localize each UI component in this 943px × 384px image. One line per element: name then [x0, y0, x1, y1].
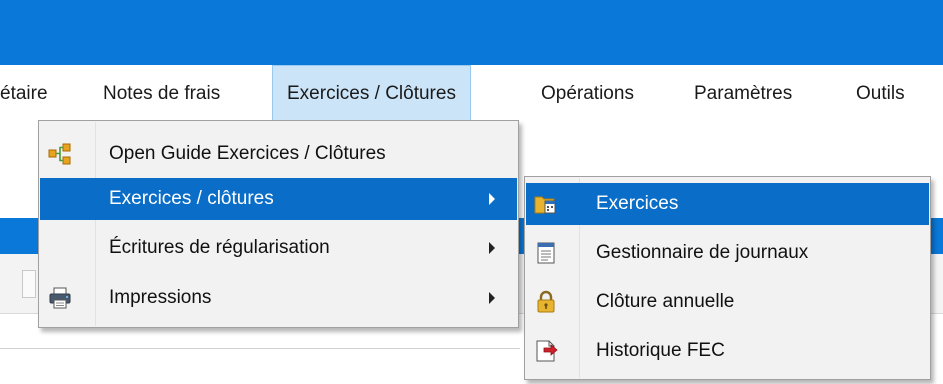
printer-icon: [48, 286, 72, 310]
menu-item-label: Exercices / clôtures: [109, 188, 274, 209]
submenu-item-label: Exercices: [596, 193, 679, 214]
submenu-item-label: Gestionnaire de journaux: [596, 242, 809, 263]
submenu-item-cloture-annuelle[interactable]: Clôture annuelle: [526, 281, 929, 323]
journal-document-icon: [534, 241, 558, 265]
title-bar: [0, 0, 943, 65]
submenu-item-label: Clôture annuelle: [596, 291, 735, 312]
menu-exercices-clotures[interactable]: Exercices / Clôtures: [272, 65, 471, 123]
submenu-arrow-icon: [489, 193, 495, 205]
menu-notes-de-frais[interactable]: Notes de frais: [103, 65, 220, 123]
folder-calendar-icon: [534, 192, 558, 216]
submenu-item-gestionnaire-journaux[interactable]: Gestionnaire de journaux: [526, 232, 929, 274]
menu-item-ecritures-regularisation[interactable]: Écritures de régularisation: [40, 227, 517, 269]
exercices-clotures-dropdown: Open Guide Exercices / Clôtures Exercice…: [38, 120, 519, 328]
submenu-arrow-icon: [489, 242, 495, 254]
document-export-icon: [534, 339, 558, 363]
menu-parametres[interactable]: Paramètres: [694, 65, 792, 123]
menu-item-label: Écritures de régularisation: [109, 237, 330, 258]
toolbar-grip: [22, 270, 36, 298]
padlock-icon: [534, 290, 558, 314]
menu-partenaires[interactable]: étaire: [0, 65, 48, 123]
menu-item-label: Impressions: [109, 287, 212, 308]
menu-item-label: Open Guide Exercices / Clôtures: [109, 143, 386, 164]
menu-outils[interactable]: Outils: [856, 65, 905, 123]
submenu-item-label: Historique FEC: [596, 340, 725, 361]
exercices-clotures-submenu: Exercices Gestionnaire de journaux Clôtu: [524, 176, 931, 380]
menu-item-exercices-clotures[interactable]: Exercices / clôtures: [40, 178, 517, 220]
submenu-item-historique-fec[interactable]: Historique FEC: [526, 330, 929, 372]
menu-operations[interactable]: Opérations: [541, 65, 634, 123]
flowchart-icon: [48, 142, 72, 166]
menu-item-impressions[interactable]: Impressions: [40, 277, 517, 319]
background-divider: [0, 348, 520, 349]
submenu-item-exercices[interactable]: Exercices: [526, 183, 929, 225]
menu-item-open-guide[interactable]: Open Guide Exercices / Clôtures: [40, 133, 517, 175]
submenu-arrow-icon: [489, 292, 495, 304]
menu-bar: étaire Notes de frais Exercices / Clôtur…: [0, 65, 943, 123]
